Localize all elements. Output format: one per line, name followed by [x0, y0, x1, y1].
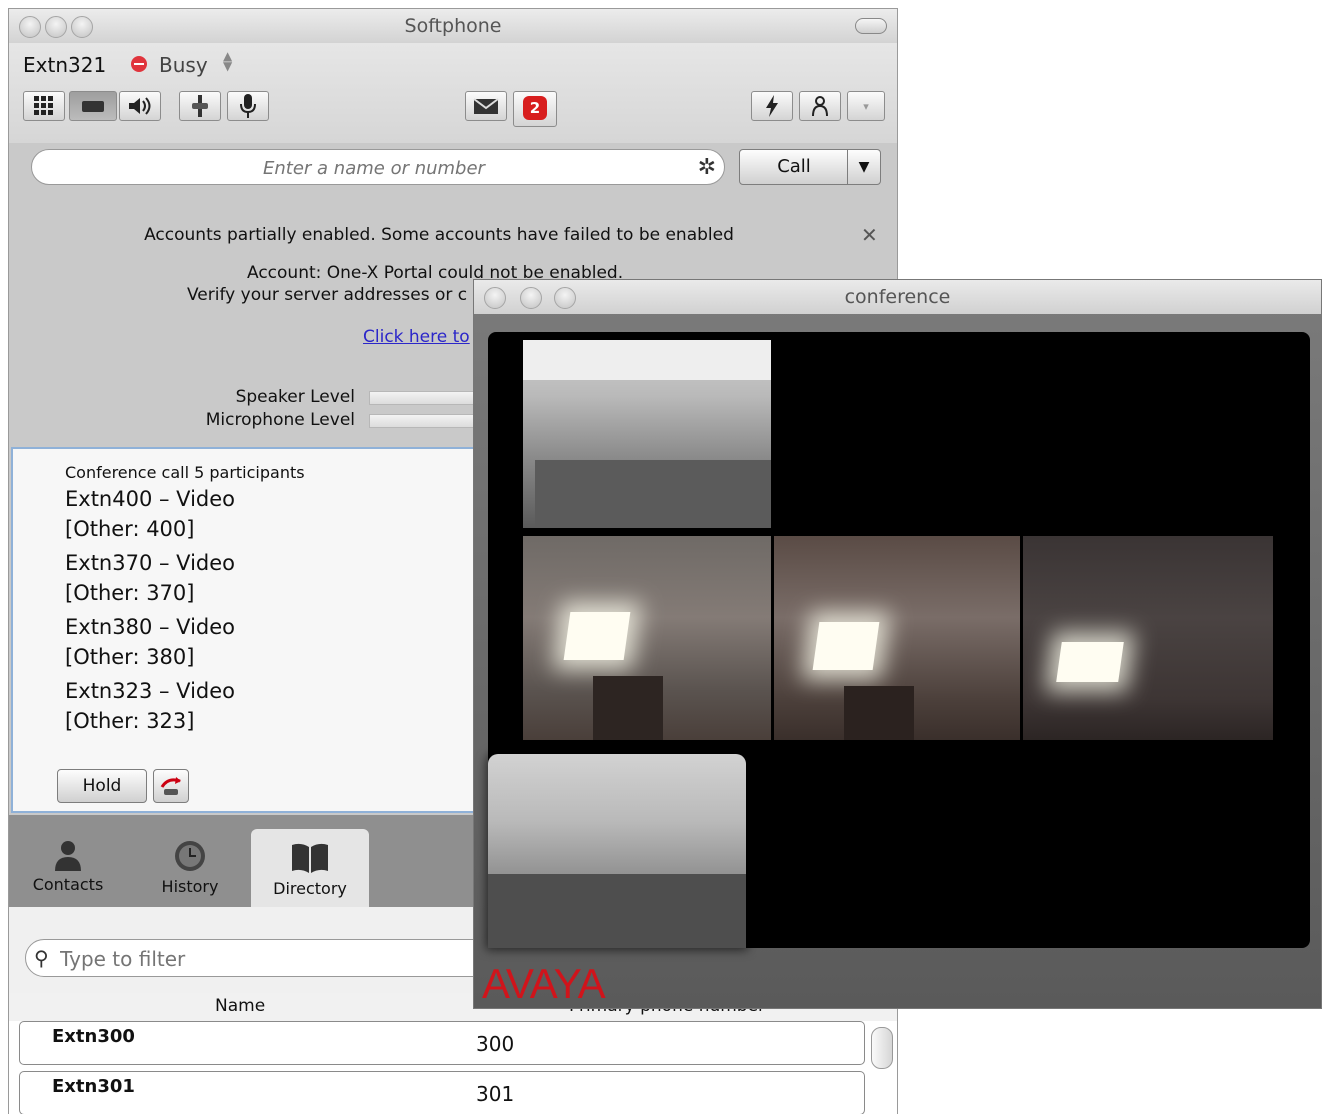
dial-input[interactable]: [72, 150, 676, 186]
header-area: Extn321 Busy ▲ ▼ 2 ▾: [9, 43, 897, 143]
dial-search-field[interactable]: ✲: [31, 149, 725, 186]
participant-video: [523, 340, 771, 528]
contact-name: Extn301: [52, 1076, 135, 1097]
participant-number: [Other: 370]: [65, 581, 195, 605]
microphone-level-meter: [369, 414, 481, 428]
transfer-button[interactable]: [153, 769, 189, 803]
window-title: Softphone: [404, 15, 502, 37]
scrollbar-thumb[interactable]: [871, 1027, 893, 1069]
dismiss-notice-close-icon[interactable]: ✕: [861, 223, 878, 247]
tab-label: Directory: [273, 879, 347, 898]
filter-field[interactable]: ⚲: [25, 939, 505, 978]
self-view-video[interactable]: [488, 754, 746, 948]
tab-history[interactable]: History: [147, 839, 233, 896]
envelope-icon: [473, 98, 499, 114]
dialpad-icon: [34, 96, 53, 115]
participant-video: [1023, 536, 1273, 740]
dialpad-button[interactable]: [23, 91, 65, 121]
participant-number: [Other: 400]: [65, 517, 195, 541]
microphone-button[interactable]: [227, 91, 269, 121]
minimize-window-button[interactable]: [520, 287, 542, 309]
notice-line-3: Verify your server addresses or c: [187, 285, 468, 305]
person-icon: [55, 841, 81, 871]
speaker-level-label: Speaker Level: [235, 387, 355, 407]
microphone-icon: [240, 94, 256, 118]
table-row[interactable]: Extn300 300: [19, 1021, 865, 1065]
close-window-button[interactable]: [484, 287, 506, 309]
volume-slider-icon: [192, 95, 208, 117]
participant-video: [774, 536, 1020, 740]
search-icon: ⚲: [34, 946, 49, 970]
title-bar: Softphone: [9, 9, 897, 43]
chevron-down-icon: ▼: [858, 159, 870, 175]
clock-icon: [175, 841, 205, 871]
book-icon: [292, 843, 328, 873]
participant-number: [Other: 380]: [65, 645, 195, 669]
speaker-level-meter: [369, 391, 481, 405]
conference-title: conference: [844, 286, 951, 308]
close-window-button[interactable]: [19, 16, 41, 38]
chevron-down-icon: ▾: [863, 99, 869, 113]
conference-header: Conference call 5 participants: [65, 463, 305, 482]
call-button[interactable]: Call: [739, 149, 849, 185]
more-options-button[interactable]: ▾: [847, 91, 885, 121]
participant-number: [Other: 323]: [65, 709, 195, 733]
zoom-window-button[interactable]: [71, 16, 93, 38]
avaya-logo: AVAYA: [482, 960, 606, 1007]
voicemail-count: 2: [523, 96, 547, 120]
column-name[interactable]: Name: [215, 996, 265, 1016]
tab-directory[interactable]: Directory: [251, 829, 369, 911]
volume-button[interactable]: [179, 91, 221, 121]
messages-button[interactable]: [465, 91, 507, 121]
account-name: Extn321: [23, 53, 107, 77]
filter-input[interactable]: [58, 940, 502, 978]
voicemail-badge-button[interactable]: 2: [513, 91, 557, 127]
call-options-button[interactable]: ▼: [847, 149, 881, 185]
contact-button[interactable]: [799, 91, 841, 121]
microphone-level-label: Microphone Level: [205, 410, 355, 430]
tab-label: History: [161, 877, 219, 896]
speaker-icon: [129, 97, 151, 115]
participant-name: Extn380 – Video: [65, 615, 236, 639]
participant-name: Extn323 – Video: [65, 679, 236, 703]
notice-link[interactable]: Click here to: [363, 327, 470, 347]
participant-name: Extn400 – Video: [65, 487, 236, 511]
contact-name: Extn300: [52, 1026, 135, 1047]
active-call-panel: Conference call 5 participants Extn400 –…: [11, 447, 511, 813]
contact-number: 300: [476, 1032, 515, 1056]
contact-number: 301: [476, 1082, 515, 1106]
minimize-window-button[interactable]: [45, 16, 67, 38]
quick-action-button[interactable]: [751, 91, 793, 121]
participant-video: [523, 536, 771, 740]
gear-icon[interactable]: ✲: [698, 155, 716, 180]
toolbar-toggle-button[interactable]: [855, 18, 887, 34]
participant-name: Extn370 – Video: [65, 551, 236, 575]
conference-window: conference AVAYA: [473, 279, 1322, 1009]
transfer-icon: [160, 777, 181, 795]
presence-status[interactable]: Busy: [159, 53, 208, 77]
conference-title-bar: conference: [474, 280, 1321, 314]
tab-contacts[interactable]: Contacts: [25, 839, 111, 894]
person-outline-icon: [812, 96, 828, 117]
video-camera-icon: [82, 101, 104, 112]
zoom-window-button[interactable]: [554, 287, 576, 309]
lightning-icon: [766, 95, 778, 117]
table-row[interactable]: Extn301 301: [19, 1071, 865, 1114]
speaker-button[interactable]: [119, 91, 161, 121]
busy-status-icon: [131, 56, 147, 72]
status-stepper-icon[interactable]: ▲ ▼: [223, 50, 232, 72]
video-button[interactable]: [69, 91, 117, 121]
notice-line-1: Accounts partially enabled. Some account…: [144, 225, 734, 245]
tab-label: Contacts: [32, 875, 104, 894]
hold-button[interactable]: Hold: [57, 769, 147, 803]
